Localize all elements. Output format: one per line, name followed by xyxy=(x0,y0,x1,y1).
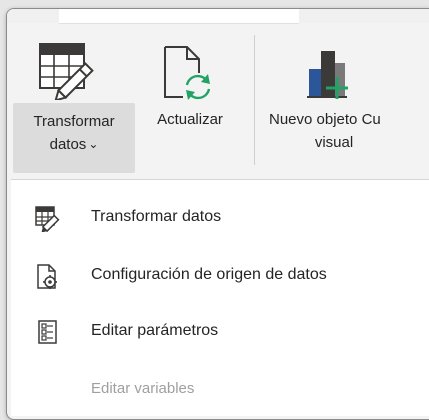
menu-item-edit-variables: Editar variables xyxy=(11,370,429,410)
transform-data-large-icon[interactable] xyxy=(38,42,100,105)
transform-data-button[interactable]: Transformar datos ⌄ xyxy=(13,103,135,173)
menu-item-label: Editar parámetros xyxy=(91,322,219,339)
ribbon: Transformar datos ⌄ Actualizar Nuevo obj… xyxy=(7,9,429,175)
window-frame: Transformar datos ⌄ Actualizar Nuevo obj… xyxy=(6,8,429,420)
ribbon-group-separator xyxy=(254,35,255,165)
new-visual-button[interactable]: Nuevo objeto Cu xyxy=(269,111,429,128)
refresh-button[interactable]: Actualizar xyxy=(137,111,243,128)
menu-item-label: Transformar datos xyxy=(91,208,222,225)
new-visual-label-line2: visual xyxy=(314,134,354,151)
menu-item-data-source-settings[interactable]: Configuración de origen de datos xyxy=(11,256,429,296)
transform-data-label-line1: Transformar xyxy=(33,113,115,130)
transform-data-icon xyxy=(35,206,61,233)
transform-data-label-text: datos xyxy=(49,136,87,153)
ribbon-top-field xyxy=(59,9,299,24)
transform-data-dropdown-menu: Transformar datos Configuración de orige… xyxy=(11,179,429,416)
data-source-settings-icon xyxy=(35,264,61,290)
menu-item-label: Editar variables xyxy=(91,380,195,397)
edit-parameters-icon xyxy=(35,320,61,346)
transform-data-label-line2: datos ⌄ xyxy=(13,134,135,155)
menu-item-label: Configuración de origen de datos xyxy=(91,266,327,283)
new-visual-icon[interactable] xyxy=(307,47,351,104)
ribbon-top-strip xyxy=(7,9,429,24)
refresh-icon[interactable] xyxy=(161,45,213,106)
menu-item-edit-parameters[interactable]: Editar parámetros xyxy=(11,312,429,352)
menu-item-transform-data[interactable]: Transformar datos xyxy=(11,198,429,238)
chevron-down-icon[interactable]: ⌄ xyxy=(88,134,98,155)
